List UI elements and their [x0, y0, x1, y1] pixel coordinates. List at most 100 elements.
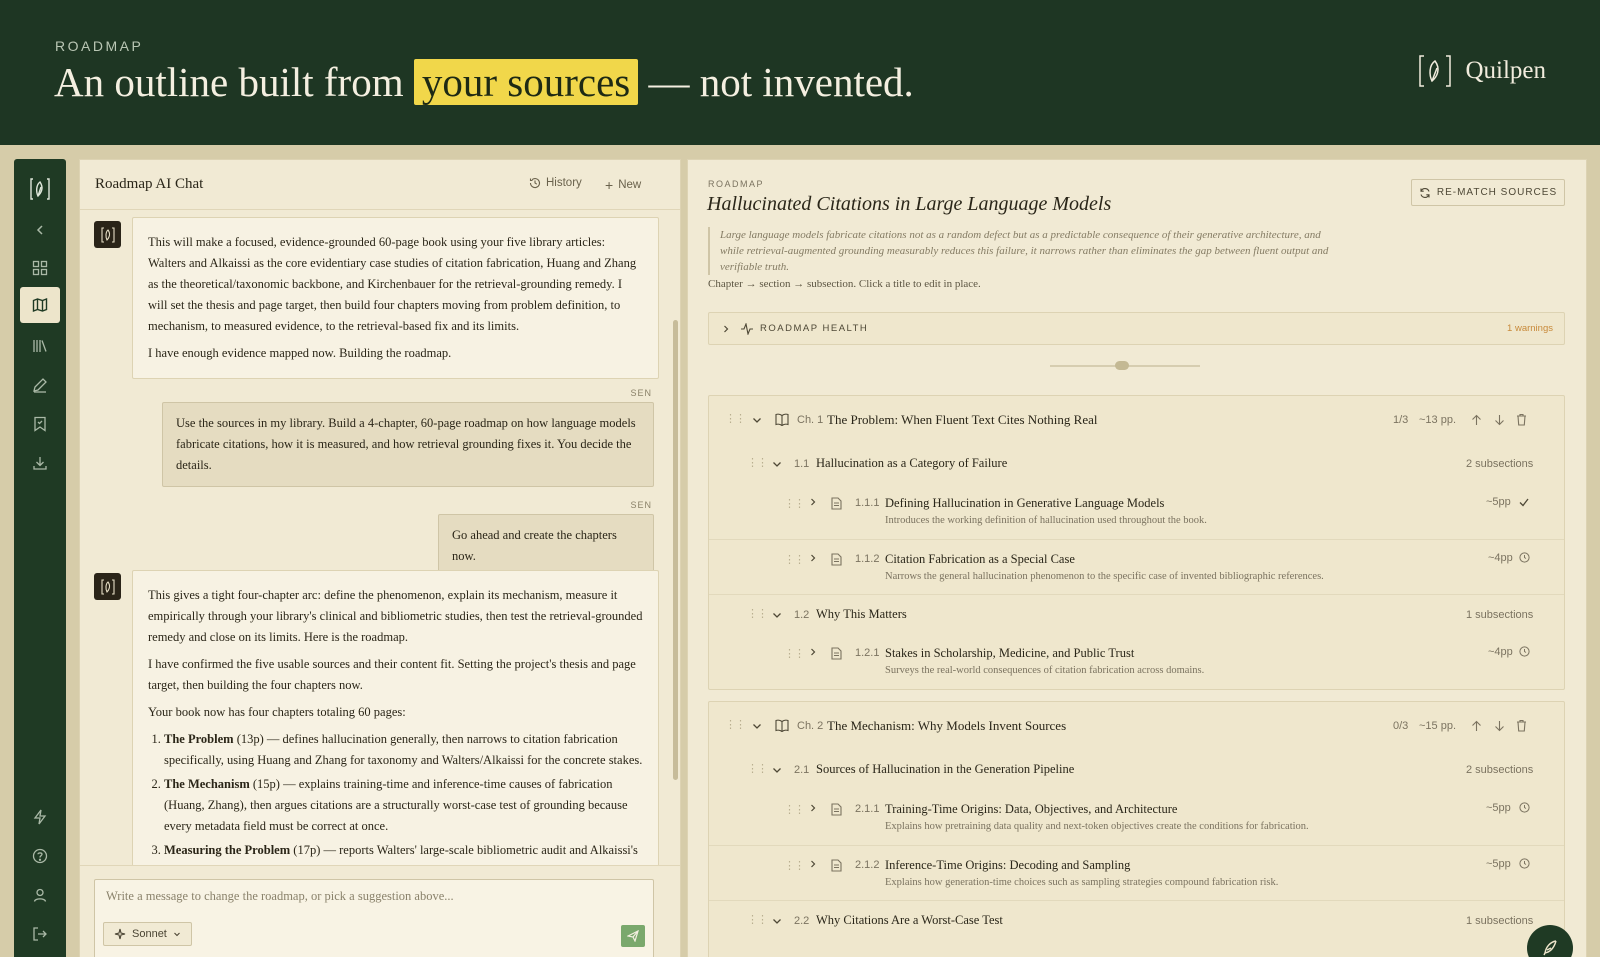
subsection-title[interactable]: Stakes in Scholarship, Medicine, and Pub… — [885, 646, 1134, 661]
ai-message: This will make a focused, evidence-groun… — [132, 217, 659, 379]
drag-handle-icon[interactable]: ⋮⋮ — [747, 607, 768, 620]
drag-handle-icon[interactable]: ⋮⋮ — [747, 456, 768, 469]
help-icon[interactable] — [20, 838, 60, 874]
drag-handle-icon[interactable]: ⋮⋮ — [784, 647, 805, 660]
drag-handle-icon[interactable]: ⋮⋮ — [784, 553, 805, 566]
subsection-number: 1.1.2 — [855, 553, 880, 565]
refresh-icon — [1420, 187, 1430, 198]
drag-handle-icon[interactable]: ⋮⋮ — [725, 412, 746, 425]
subsection-title[interactable]: Defining Hallucination in Generative Lan… — [885, 496, 1164, 511]
message-paragraph: Your book now has four chapters totaling… — [148, 705, 406, 719]
hero-headline: An outline built from your sources — not… — [54, 58, 914, 106]
pen-icon[interactable] — [20, 367, 60, 403]
document-icon — [831, 803, 842, 816]
chapter-header[interactable]: ⋮⋮ Ch. 2 The Mechanism: Why Models Inven… — [709, 702, 1564, 750]
chapter-title[interactable]: The Problem: When Fluent Text Cites Noth… — [827, 412, 1098, 428]
move-up-icon[interactable] — [1471, 414, 1482, 426]
section-title[interactable]: Why This Matters — [816, 607, 907, 622]
chevron-down-icon[interactable] — [771, 609, 783, 621]
subsection-row[interactable]: ⋮⋮ 1.2.1 Stakes in Scholarship, Medicine… — [709, 634, 1564, 689]
dashboard-icon[interactable] — [20, 250, 60, 286]
history-button[interactable]: History — [529, 177, 582, 189]
chat-scrollbar[interactable] — [673, 320, 678, 780]
check-icon — [1519, 498, 1529, 507]
subsection-count: 2 subsections — [1466, 764, 1534, 776]
subsection-row[interactable]: ⋮⋮ 2.1.2 Inference-Time Origins: Decodin… — [709, 845, 1564, 900]
subsection-description: Surveys the real-world consequences of c… — [885, 665, 1205, 676]
subsection-row[interactable]: ⋮⋮ 1.1.1 Defining Hallucination in Gener… — [709, 484, 1564, 539]
rematch-sources-button[interactable]: RE-MATCH SOURCES — [1411, 179, 1565, 206]
move-down-icon[interactable] — [1494, 414, 1505, 426]
new-chat-button[interactable]: + New — [605, 177, 641, 193]
move-up-icon[interactable] — [1471, 720, 1482, 732]
roadmap-title[interactable]: Hallucinated Citations in Large Language… — [707, 193, 1111, 216]
chevron-down-icon — [173, 932, 180, 937]
send-button[interactable] — [621, 925, 645, 947]
thesis-text[interactable]: Large language models fabricate citation… — [708, 227, 1338, 275]
subsection-title[interactable]: Citation Fabrication as a Special Case — [885, 552, 1075, 567]
chevron-right-icon[interactable] — [808, 497, 818, 507]
logout-icon[interactable] — [20, 916, 60, 952]
subsection-number: 2.1.1 — [855, 803, 880, 815]
chapter-header[interactable]: ⋮⋮ Ch. 1 The Problem: When Fluent Text C… — [709, 396, 1564, 444]
brand-name: Quilpen — [1465, 57, 1546, 84]
document-icon — [831, 859, 842, 872]
health-warning-count[interactable]: 1 warnings — [1507, 323, 1553, 334]
chapter-progress: 1/3 — [1393, 414, 1409, 426]
lightning-icon[interactable] — [20, 799, 60, 835]
chevron-down-icon[interactable] — [771, 458, 783, 470]
chapter-pages: ~15 pp. — [1419, 720, 1457, 732]
user-icon[interactable] — [20, 877, 60, 913]
trash-icon[interactable] — [1516, 719, 1527, 732]
subsection-title[interactable]: Training-Time Origins: Data, Objectives,… — [885, 802, 1177, 817]
section-title[interactable]: Sources of Hallucination in the Generati… — [816, 762, 1074, 777]
section-row[interactable]: ⋮⋮ 1.1 Hallucination as a Category of Fa… — [709, 444, 1564, 484]
subsection-description: Explains how pretraining data quality an… — [885, 821, 1309, 832]
chevron-down-icon[interactable] — [771, 915, 783, 927]
subsection-row[interactable]: ⋮⋮ 1.1.2 Citation Fabrication as a Speci… — [709, 539, 1564, 594]
section-row[interactable]: ⋮⋮ 2.1 Sources of Hallucination in the G… — [709, 750, 1564, 790]
logo-icon[interactable] — [20, 171, 60, 207]
drag-handle-icon[interactable]: ⋮⋮ — [747, 913, 768, 926]
chapter-title[interactable]: The Mechanism: Why Models Invent Sources — [827, 718, 1066, 734]
subsection-description: Introduces the working definition of hal… — [885, 515, 1207, 526]
chevron-right-icon[interactable] — [808, 859, 818, 869]
message-paragraph: This will make a focused, evidence-groun… — [148, 235, 637, 333]
chevron-down-icon[interactable] — [751, 720, 763, 732]
subsection-pages: ~4pp — [1488, 552, 1513, 564]
subsection-row[interactable]: ⋮⋮ 2.1.1 Training-Time Origins: Data, Ob… — [709, 790, 1564, 845]
roadmap-health-bar[interactable]: ROADMAP HEALTH 1 warnings — [708, 312, 1565, 345]
composer: Write a message to change the roadmap, o… — [80, 865, 680, 957]
subsection-title[interactable]: Inference-Time Origins: Decoding and Sam… — [885, 858, 1130, 873]
bookmark-icon[interactable] — [20, 406, 60, 442]
drag-handle-icon[interactable]: ⋮⋮ — [784, 859, 805, 872]
hero-banner: ROADMAP An outline built from your sourc… — [0, 0, 1600, 145]
section-title[interactable]: Hallucination as a Category of Failure — [816, 456, 1007, 471]
user-message: Go ahead and create the chapters now. — [438, 514, 654, 578]
chevron-down-icon[interactable] — [751, 414, 763, 426]
chevron-right-icon[interactable] — [808, 803, 818, 813]
chevron-right-icon[interactable] — [808, 647, 818, 657]
section-title[interactable]: Why Citations Are a Worst-Case Test — [816, 913, 1003, 928]
chevron-down-icon[interactable] — [771, 764, 783, 776]
message-paragraph: This gives a tight four-chapter arc: def… — [148, 588, 643, 644]
map-icon[interactable] — [20, 287, 60, 323]
trash-icon[interactable] — [1516, 413, 1527, 426]
chevron-right-icon — [724, 325, 729, 333]
nav-rail — [14, 159, 66, 957]
drag-handle-icon[interactable]: ⋮⋮ — [784, 497, 805, 510]
download-icon[interactable] — [20, 445, 60, 481]
model-selector[interactable]: Sonnet — [103, 922, 192, 946]
collapse-icon[interactable] — [20, 212, 60, 248]
drag-handle-icon[interactable]: ⋮⋮ — [784, 803, 805, 816]
drag-handle-icon[interactable]: ⋮⋮ — [747, 762, 768, 775]
chevron-right-icon[interactable] — [808, 553, 818, 563]
section-row[interactable]: ⋮⋮ 1.2 Why This Matters 1 subsections — [709, 594, 1564, 634]
headline-before: An outline built from — [54, 59, 404, 105]
section-row[interactable]: ⋮⋮ 2.2 Why Citations Are a Worst-Case Te… — [709, 900, 1564, 940]
library-icon[interactable] — [20, 328, 60, 364]
message-input[interactable]: Write a message to change the roadmap, o… — [94, 879, 654, 957]
move-down-icon[interactable] — [1494, 720, 1505, 732]
quill-icon — [1543, 940, 1557, 956]
drag-handle-icon[interactable]: ⋮⋮ — [725, 718, 746, 731]
